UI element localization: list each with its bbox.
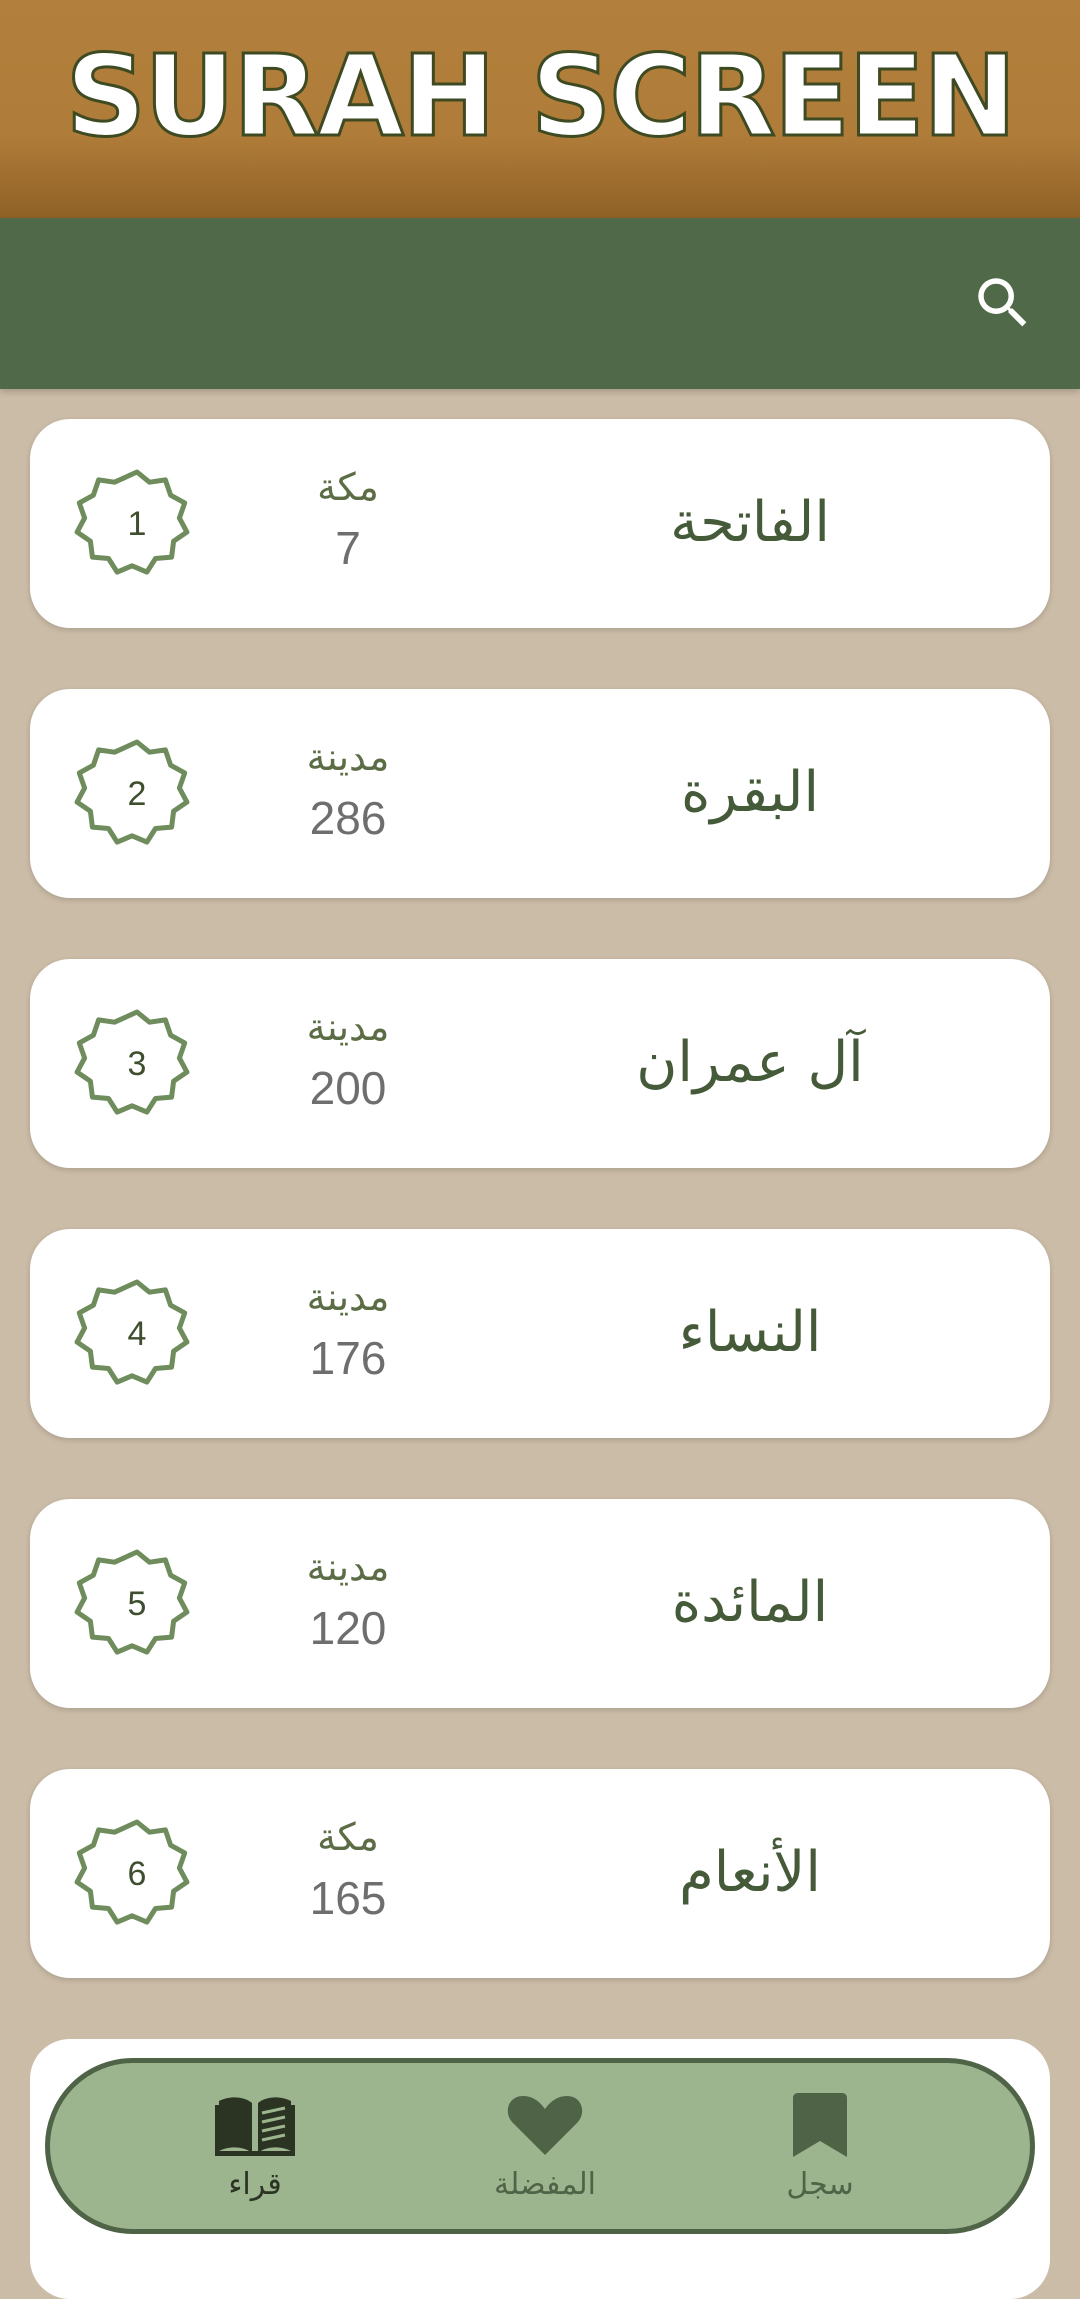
- ayah-count: 200: [309, 1062, 387, 1114]
- surah-meta: مكة 7: [260, 459, 436, 581]
- surah-name: البقرة: [680, 760, 820, 825]
- surah-meta: مدينة 200: [260, 999, 436, 1121]
- surah-number: 3: [127, 1045, 147, 1083]
- surah-number: 2: [127, 775, 147, 813]
- search-icon: [978, 278, 1027, 327]
- ayah-count: 120: [309, 1602, 387, 1654]
- surah-number-badge: 5: [74, 1543, 200, 1665]
- nav-item-history[interactable]: سجل: [710, 2063, 930, 2239]
- surah-meta: مدينة 120: [260, 1539, 436, 1661]
- revelation-place: مدينة: [306, 1005, 390, 1049]
- surah-number: 5: [127, 1585, 147, 1623]
- ayah-count: 176: [309, 1332, 387, 1384]
- surah-name: الفاتحة: [670, 490, 830, 555]
- revelation-place: مدينة: [306, 1275, 390, 1319]
- nav-label-favorites: المفضلة: [493, 2167, 597, 2202]
- revelation-place: مكة: [317, 1815, 379, 1859]
- surah-name: الأنعام: [679, 1840, 821, 1905]
- surah-card[interactable]: 6 مكة 165 الأنعام: [30, 1769, 1050, 1978]
- screen-title: SURAH SCREEN: [64, 31, 1018, 164]
- surah-card[interactable]: 4 مدينة 176 النساء: [30, 1229, 1050, 1438]
- surah-number-badge: 6: [74, 1813, 200, 1935]
- heart-icon: [507, 2096, 583, 2155]
- surah-name: المائدة: [671, 1570, 829, 1635]
- search-button[interactable]: [970, 270, 1036, 336]
- bookmark-icon: [793, 2093, 847, 2157]
- ayah-count: 7: [335, 522, 361, 574]
- ayah-count: 165: [309, 1872, 387, 1924]
- revelation-place: مدينة: [306, 735, 390, 779]
- surah-card[interactable]: 5 مدينة 120 المائدة: [30, 1499, 1050, 1708]
- surah-number: 4: [127, 1315, 147, 1353]
- surah-meta: مدينة 176: [260, 1269, 436, 1391]
- nav-label-read: قراء: [228, 2167, 282, 2202]
- surah-number-badge: 1: [74, 463, 200, 585]
- surah-name: آل عمران: [636, 1030, 864, 1095]
- nav-item-read[interactable]: قراء: [145, 2063, 365, 2239]
- surah-number: 6: [127, 1855, 147, 1893]
- revelation-place: مكة: [317, 465, 379, 509]
- surah-number-badge: 2: [74, 733, 200, 855]
- surah-card[interactable]: 1 مكة 7 الفاتحة: [30, 419, 1050, 628]
- nav-item-favorites[interactable]: المفضلة: [435, 2063, 655, 2239]
- surah-meta: مكة 165: [260, 1809, 436, 1931]
- app-bar: [0, 218, 1080, 389]
- nav-label-history: سجل: [786, 2167, 854, 2202]
- surah-card[interactable]: 3 مدينة 200 آل عمران: [30, 959, 1050, 1168]
- surah-number-badge: 4: [74, 1273, 200, 1395]
- surah-card[interactable]: 2 مدينة 286 البقرة: [30, 689, 1050, 898]
- open-book-icon: [215, 2097, 295, 2156]
- surah-number: 1: [127, 505, 147, 543]
- surah-number-badge: 3: [74, 1003, 200, 1125]
- surah-name: النساء: [678, 1300, 822, 1365]
- surah-meta: مدينة 286: [260, 729, 436, 851]
- bottom-navigation: قراء المفضلة سجل: [45, 2058, 1035, 2234]
- ayah-count: 286: [309, 792, 387, 844]
- revelation-place: مدينة: [306, 1545, 390, 1589]
- screen-title-banner: SURAH SCREEN: [0, 0, 1080, 218]
